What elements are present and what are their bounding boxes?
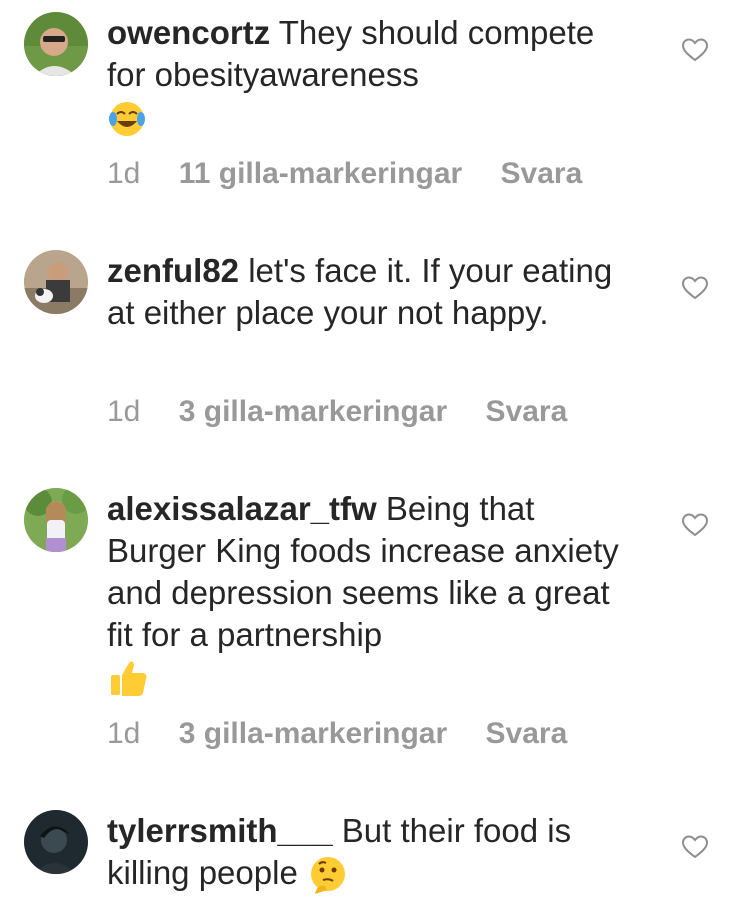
- reply-button[interactable]: Svara: [486, 717, 568, 750]
- thumbs-up-emoji: [107, 657, 151, 701]
- avatar[interactable]: [24, 12, 88, 76]
- face-with-tears-of-joy-emoji: [107, 99, 147, 139]
- avatar[interactable]: [24, 488, 88, 552]
- heart-icon[interactable]: [682, 276, 708, 300]
- likes-count[interactable]: 3 gilla-markeringar: [179, 395, 447, 428]
- avatar[interactable]: [24, 810, 88, 874]
- comment-username[interactable]: alexissalazar_tfw: [107, 490, 377, 527]
- comment-body: alexissalazar_tfw Being that Burger King…: [107, 488, 627, 701]
- comment-body: owencortz They should compete for obesit…: [107, 12, 627, 139]
- comment-body: tylerrsmith___ But their food is killing…: [107, 810, 627, 896]
- thinking-face-emoji: [307, 854, 349, 896]
- likes-count[interactable]: 11 gilla-markeringar: [179, 157, 462, 190]
- heart-icon[interactable]: [682, 835, 708, 859]
- comment-username[interactable]: zenful82: [107, 252, 239, 289]
- heart-icon[interactable]: [682, 513, 708, 537]
- avatar[interactable]: [24, 250, 88, 314]
- comment-meta: 1d 3 gilla-markeringar Svara: [107, 394, 597, 430]
- likes-count[interactable]: 3 gilla-markeringar: [179, 717, 447, 750]
- comment-time: 1d: [107, 395, 141, 428]
- comment-meta: 1d 11 gilla-markeringar Svara: [107, 156, 612, 192]
- comment-meta: 1d 3 gilla-markeringar Svara: [107, 716, 597, 752]
- heart-icon[interactable]: [682, 38, 708, 62]
- comment-time: 1d: [107, 717, 141, 750]
- comment-body: zenful82 let's face it. If your eating a…: [107, 250, 627, 334]
- comment-time: 1d: [107, 157, 141, 190]
- comment-username[interactable]: tylerrsmith___: [107, 812, 333, 849]
- reply-button[interactable]: Svara: [501, 157, 583, 190]
- reply-button[interactable]: Svara: [486, 395, 568, 428]
- comment-username[interactable]: owencortz: [107, 14, 270, 51]
